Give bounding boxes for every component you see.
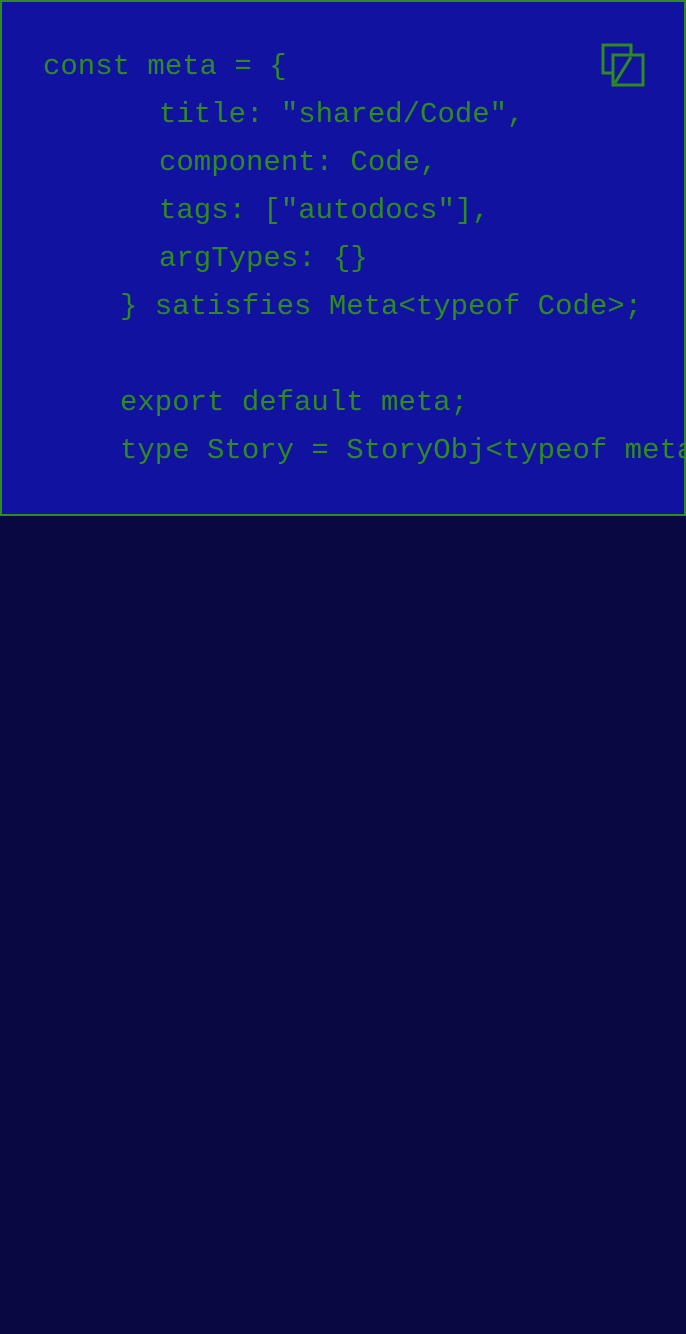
code-line: } satisfies Meta<typeof Code>; bbox=[120, 290, 643, 323]
copy-button[interactable] bbox=[600, 42, 648, 90]
copy-icon bbox=[601, 43, 645, 87]
code-line: component: Code, bbox=[159, 146, 438, 179]
code-line: title: "shared/Code", bbox=[159, 98, 525, 131]
code-line: export default meta; bbox=[120, 386, 469, 419]
code-line: const meta = { bbox=[43, 50, 287, 83]
code-content: const meta = { title: "shared/Code", com… bbox=[2, 2, 684, 514]
code-block: const meta = { title: "shared/Code", com… bbox=[0, 0, 686, 516]
code-line: type Story = StoryObj<typeof meta>; bbox=[120, 434, 686, 467]
code-line: argTypes: {} bbox=[159, 242, 368, 275]
code-line: tags: ["autodocs"], bbox=[159, 194, 490, 227]
